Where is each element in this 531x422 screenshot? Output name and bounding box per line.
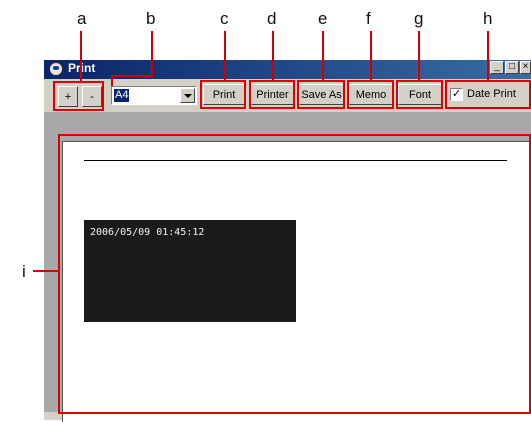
callout-box-e (297, 80, 345, 109)
leader-line-b-horizontal (111, 75, 153, 77)
leader-line-c (224, 31, 226, 80)
callout-label-d: d (267, 9, 277, 28)
callout-label-b: b (146, 9, 156, 28)
leader-line-e (322, 31, 324, 80)
callout-box-a (53, 81, 104, 111)
callout-box-g (396, 80, 443, 109)
close-button[interactable]: × (520, 61, 531, 74)
callout-box-i (58, 134, 531, 414)
leader-line-h (487, 31, 489, 80)
callout-label-h: h (483, 9, 493, 28)
leader-line-b-vertical (111, 75, 113, 86)
leader-line-a (80, 31, 82, 81)
callout-label-g: g (414, 9, 424, 28)
paper-size-value: A4 (114, 89, 130, 102)
app-icon (49, 62, 63, 76)
callout-label-a: a (77, 9, 87, 28)
callout-label-f: f (366, 9, 371, 28)
minimize-button[interactable]: _ (490, 61, 504, 74)
paper-size-select[interactable]: A4 (111, 86, 197, 105)
callout-box-h (445, 80, 531, 109)
callout-label-c: c (220, 9, 229, 28)
callout-box-f (347, 80, 394, 109)
callout-box-d (249, 80, 295, 109)
leader-line-d (272, 31, 274, 80)
callout-label-i: i (22, 262, 26, 281)
callout-box-c (200, 80, 246, 109)
maximize-button[interactable]: □ (505, 61, 519, 74)
chevron-down-icon[interactable] (180, 88, 195, 103)
leader-line-b (151, 31, 153, 77)
leader-line-f (370, 31, 372, 80)
leader-line-g (418, 31, 420, 80)
leader-line-i (33, 270, 58, 272)
callout-label-e: e (318, 9, 328, 28)
